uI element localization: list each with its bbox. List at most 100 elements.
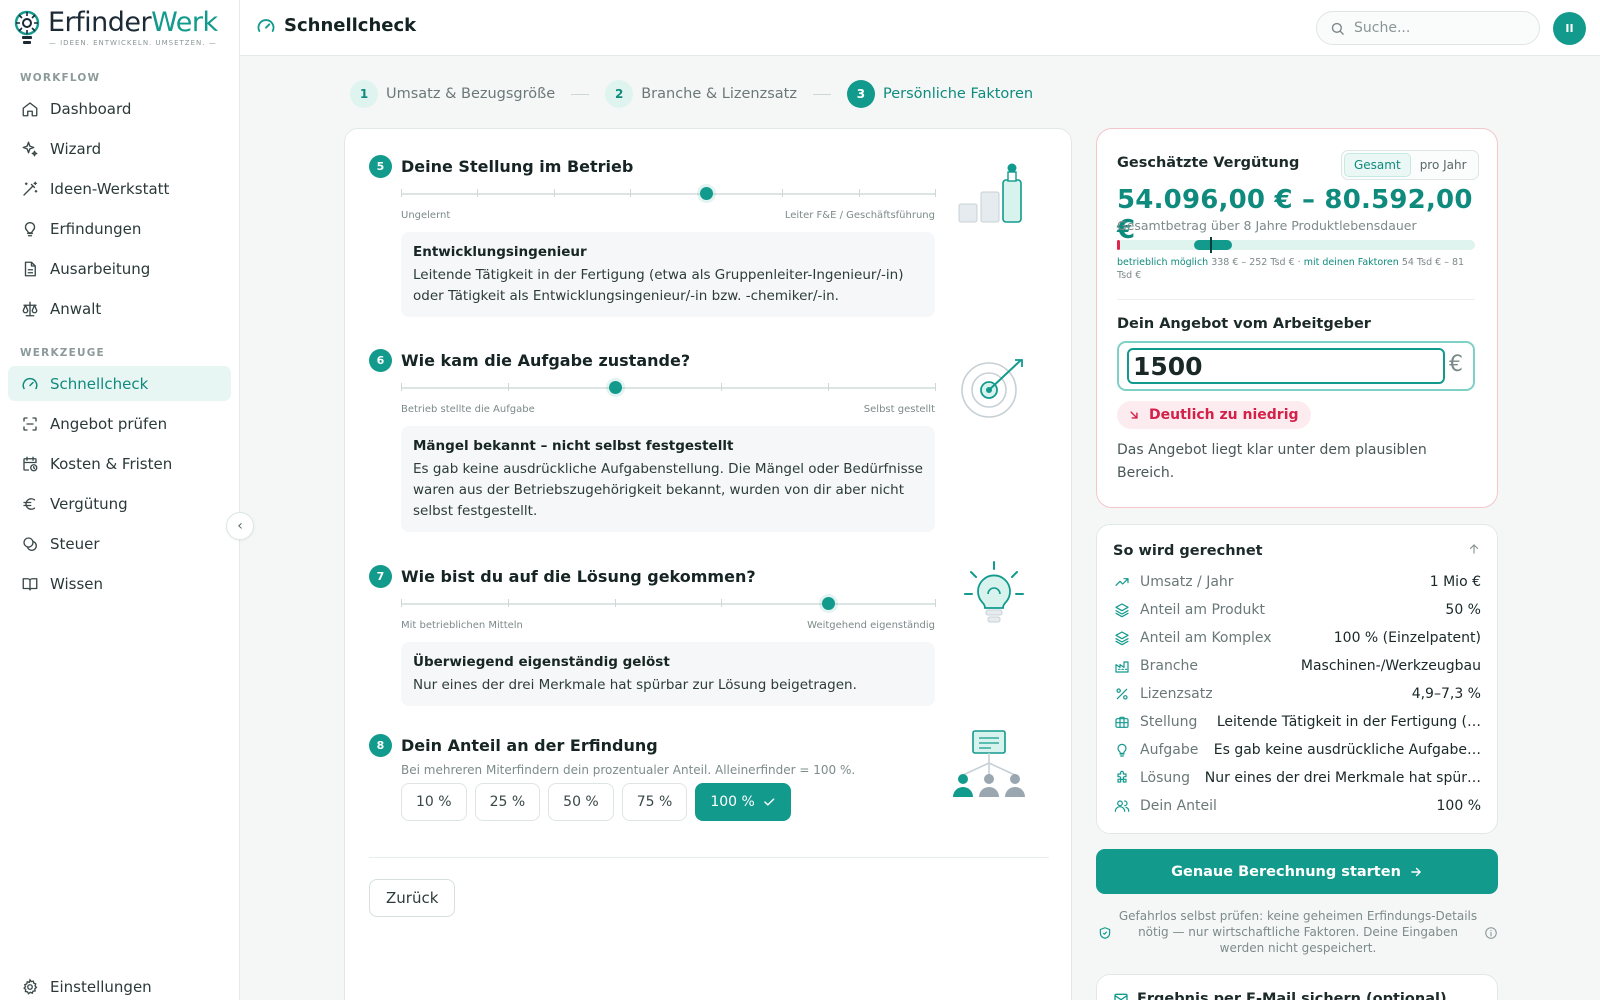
info-icon[interactable] <box>1484 926 1498 940</box>
question-number: 8 <box>369 733 392 757</box>
search-input[interactable] <box>1354 20 1514 36</box>
calendar-clock-icon <box>20 454 40 474</box>
step-number: 3 <box>846 80 875 108</box>
offer-input[interactable] <box>1127 348 1445 384</box>
aufgabe-slider[interactable] <box>401 378 936 398</box>
legend-possible-label: betrieblich möglich <box>1117 257 1209 268</box>
step-label: Persönliche Faktoren <box>882 86 1034 102</box>
calculation-row: Aufgabe Es gab keine ausdrückliche Aufgab… <box>1113 739 1481 761</box>
slider-tick <box>721 599 723 607</box>
step-3[interactable]: 3 Persönliche Faktoren <box>846 80 1034 108</box>
sidebar-item-ideen-werkstatt[interactable]: Ideen-Werkstatt <box>8 171 231 206</box>
percent-icon <box>1113 685 1131 703</box>
brand-logo[interactable]: ErfinderWerk — IDEEN. ENTWICKELN. UMSETZ… <box>12 8 218 48</box>
anteil-option-25[interactable]: 25 % <box>474 783 541 821</box>
anteil-option-100[interactable]: 100 % <box>695 783 791 821</box>
slider-thumb[interactable] <box>822 597 836 610</box>
anteil-option-50[interactable]: 50 % <box>548 783 614 821</box>
email-save-card[interactable]: Ergebnis per E-Mail sichern (optional) <box>1096 974 1498 1000</box>
sidebar-item-verguetung[interactable]: Vergütung <box>8 486 231 521</box>
step-label: Branche & Lizenzsatz <box>641 86 797 102</box>
slider-thumb[interactable] <box>608 381 622 394</box>
toggle-pro-jahr[interactable]: pro Jahr <box>1411 153 1476 177</box>
sidebar-item-wizard[interactable]: Wizard <box>8 131 231 166</box>
toggle-gesamt[interactable]: Gesamt <box>1344 153 1411 177</box>
compensation-subtitle: Gesamtbetrag über 8 Jahre Produktlebensd… <box>1117 218 1417 233</box>
loesung-slider[interactable] <box>401 594 936 614</box>
chevron-left-icon: ‹ <box>237 518 243 534</box>
sidebar-item-erfindungen[interactable]: Erfindungen <box>8 211 231 246</box>
sidebar-item-wissen[interactable]: Wissen <box>8 566 231 601</box>
sidebar-item-label: Ausarbeitung <box>50 259 151 278</box>
slider-tick <box>935 599 936 607</box>
brand-name-part1: Erfinder <box>48 7 152 38</box>
calculation-key: Dein Anteil <box>1140 798 1217 814</box>
calculation-value: 50 % <box>1445 602 1481 618</box>
sidebar-item-einstellungen[interactable]: Einstellungen <box>8 969 231 1000</box>
description-text: Nur eines der drei Merkmale hat spürbar … <box>413 677 857 693</box>
start-calculation-button[interactable]: Genaue Berechnung starten <box>1096 849 1498 894</box>
cta-label: Genaue Berechnung starten <box>1171 863 1401 880</box>
calculation-row: Umsatz / Jahr 1 Mio € <box>1113 571 1481 593</box>
calculation-key: Anteil am Produkt <box>1140 602 1266 618</box>
sidebar-item-label: Ideen-Werkstatt <box>50 179 170 198</box>
arrow-up-icon[interactable] <box>1467 542 1481 560</box>
sidebar-item-ausarbeitung[interactable]: Ausarbeitung <box>8 251 231 286</box>
sidebar-item-label: Vergütung <box>50 494 128 513</box>
calculation-title: So wird gerechnet <box>1113 543 1263 559</box>
document-icon <box>20 259 40 279</box>
option-label: 100 % <box>710 794 755 810</box>
lightbulb-icon <box>1113 741 1131 759</box>
calculation-value: 4,9–7,3 % <box>1411 686 1481 702</box>
calculation-key: Lösung <box>1140 770 1191 786</box>
sidebar-item-label: Schnellcheck <box>50 374 149 393</box>
slider-tick <box>935 189 936 197</box>
sidebar-item-anwalt[interactable]: Anwalt <box>8 291 231 326</box>
anteil-option-10[interactable]: 10 % <box>401 783 467 821</box>
step-number: 2 <box>605 80 634 108</box>
period-toggle: Gesamt pro Jahr <box>1341 150 1479 180</box>
search-box[interactable] <box>1316 11 1540 45</box>
range-personal-segment <box>1193 240 1232 250</box>
option-label: 50 % <box>563 794 599 810</box>
sidebar-item-schnellcheck[interactable]: Schnellcheck <box>8 366 231 401</box>
stellung-description: Entwicklungsingenieur Leitende Tätigkeit… <box>401 232 935 317</box>
coins-icon <box>20 534 40 554</box>
slider-min-label: Mit betrieblichen Mitteln <box>401 620 523 631</box>
sidebar-collapse-button[interactable]: ‹ <box>226 512 254 540</box>
option-label: 25 % <box>489 794 526 810</box>
avatar[interactable]: II <box>1553 12 1586 45</box>
step-2[interactable]: 2 Branche & Lizenzsatz <box>605 80 797 108</box>
stellung-slider[interactable] <box>401 184 936 204</box>
team-icon <box>949 727 1029 807</box>
slider-thumb[interactable] <box>700 187 714 200</box>
sidebar-item-label: Wizard <box>50 139 102 158</box>
sidebar-item-label: Angebot prüfen <box>50 414 168 433</box>
anteil-option-75[interactable]: 75 % <box>621 783 688 821</box>
sidebar-item-dashboard[interactable]: Dashboard <box>8 91 231 126</box>
question-number: 6 <box>369 348 392 372</box>
sidebar-item-label: Anwalt <box>50 299 102 318</box>
offer-title: Dein Angebot vom Arbeitgeber <box>1117 316 1371 332</box>
email-save-title: Ergebnis per E-Mail sichern (optional) <box>1113 991 1447 1000</box>
gauge-icon <box>20 374 40 394</box>
search-icon <box>1330 21 1345 36</box>
step-1[interactable]: 1 Umsatz & Bezugsgröße <box>350 80 555 108</box>
sidebar-item-label: Einstellungen <box>50 977 152 996</box>
question-anteil: 8 Dein Anteil an der Erfindung Bei mehre… <box>369 730 1033 843</box>
gear-icon <box>20 977 40 997</box>
verdict-badge: Deutlich zu niedrig <box>1117 401 1311 429</box>
question-stellung: 5 Deine Stellung im Betrieb Ungelernt Le… <box>369 154 1033 324</box>
description-title: Überwiegend eigenständig gelöst <box>413 654 670 670</box>
sidebar-item-kosten-fristen[interactable]: Kosten & Fristen <box>8 446 231 481</box>
nav-section-werkzeuge: WERKZEUGE <box>20 347 105 359</box>
slider-max-label: Selbst gestellt <box>863 404 935 415</box>
back-button[interactable]: Zurück <box>369 879 456 917</box>
range-min-marker <box>1117 240 1120 250</box>
sidebar-item-steuer[interactable]: Steuer <box>8 526 231 561</box>
question-number: 5 <box>369 154 392 178</box>
sidebar-item-angebot-pruefen[interactable]: Angebot prüfen <box>8 406 231 441</box>
trend-up-icon <box>1113 573 1131 591</box>
arrow-right-icon <box>1409 865 1423 879</box>
slider-tick <box>782 189 784 197</box>
